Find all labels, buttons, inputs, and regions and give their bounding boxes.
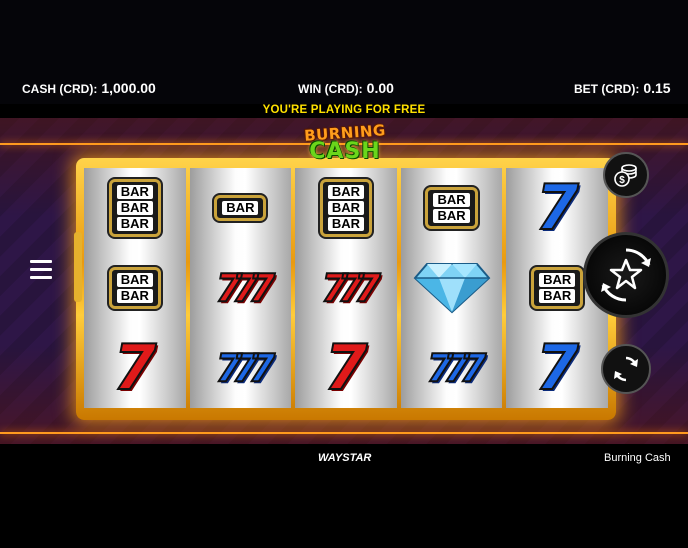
symbol-bar3: BAR BAR BAR bbox=[306, 170, 386, 246]
bar-label: BAR bbox=[222, 201, 259, 215]
bet-value: 0.15 bbox=[643, 80, 671, 96]
cash-value: 1,000.00 bbox=[101, 80, 156, 96]
autoplay-arrows-icon bbox=[614, 356, 638, 382]
reel-3: BAR BAR BAR 777 7 bbox=[295, 168, 397, 408]
reel-1: BAR BAR BAR BAR BAR 7 bbox=[84, 168, 186, 408]
bar-label: BAR bbox=[327, 217, 365, 231]
cash-label: CASH (CRD): bbox=[22, 82, 98, 96]
svg-text:$: $ bbox=[619, 175, 625, 186]
seven-symbol: 777 bbox=[426, 345, 487, 391]
seven-symbol: 777 bbox=[215, 265, 276, 311]
win-value: 0.00 bbox=[366, 80, 394, 96]
symbol-bar1: BAR bbox=[200, 170, 280, 246]
symbol-blue7: 7 bbox=[517, 170, 597, 246]
symbol-blue777: 777 bbox=[412, 330, 492, 406]
bar-tile: BAR BAR bbox=[108, 267, 161, 309]
symbol-red777: 777 bbox=[306, 250, 386, 326]
bar-tile: BAR bbox=[214, 195, 267, 221]
spin-button[interactable] bbox=[583, 232, 669, 318]
bar-label: BAR bbox=[539, 273, 576, 287]
bet-display[interactable]: BET (CRD): 0.15 bbox=[574, 80, 671, 96]
seven-symbol: 7 bbox=[535, 171, 580, 244]
bar-tile: BAR BAR bbox=[531, 267, 584, 309]
symbol-bar3: BAR BAR BAR bbox=[95, 170, 175, 246]
reel-2: BAR 777 777 bbox=[189, 168, 292, 408]
frame-side-handle bbox=[74, 232, 82, 302]
reel-4: BAR BAR 777 bbox=[400, 168, 503, 408]
symbol-bar2: BAR BAR bbox=[95, 250, 175, 326]
autoplay-button[interactable] bbox=[601, 344, 651, 394]
seven-symbol: 7 bbox=[323, 331, 368, 404]
free-play-notice: YOU'RE PLAYING FOR FREE bbox=[262, 104, 426, 116]
reels-area: BAR BAR BAR BAR BAR 7 BAR 777 777 BAR BAR BAR 777 7 BA… bbox=[84, 168, 608, 408]
bar-label: BAR bbox=[116, 217, 153, 231]
symbol-blue777: 777 bbox=[200, 330, 280, 406]
coin-stack-button[interactable]: $ bbox=[603, 152, 649, 198]
bar-label: BAR bbox=[116, 201, 153, 215]
bar-label: BAR bbox=[116, 273, 153, 287]
seven-symbol: 7 bbox=[535, 331, 580, 404]
win-label: WIN (CRD): bbox=[298, 82, 363, 96]
bar-tile: BAR BAR bbox=[425, 187, 478, 229]
symbol-red7: 7 bbox=[95, 330, 175, 406]
game-logo: BURNING CASH bbox=[294, 121, 396, 172]
bar-label: BAR bbox=[327, 201, 365, 215]
seven-symbol: 7 bbox=[112, 331, 157, 404]
symbol-bar2: BAR BAR bbox=[412, 170, 492, 246]
bar-label: BAR bbox=[116, 289, 153, 303]
diamond-icon bbox=[413, 258, 491, 319]
symbol-blue7: 7 bbox=[517, 330, 597, 406]
bar-label: BAR bbox=[116, 185, 153, 199]
symbol-red777: 777 bbox=[200, 250, 280, 326]
coin-stack-icon: $ bbox=[614, 164, 637, 187]
bar-label: BAR bbox=[433, 193, 470, 207]
brand-name: WAYSTAR bbox=[318, 452, 372, 464]
bar-tile: BAR BAR BAR bbox=[319, 179, 373, 237]
bet-label: BET (CRD): bbox=[574, 82, 640, 96]
win-display: WIN (CRD): 0.00 bbox=[298, 80, 394, 96]
bar-tile: BAR BAR BAR bbox=[108, 179, 161, 237]
bar-label: BAR bbox=[433, 209, 470, 223]
cash-display: CASH (CRD): 1,000.00 bbox=[22, 80, 156, 96]
bar-label: BAR bbox=[327, 185, 365, 199]
seven-symbol: 777 bbox=[215, 345, 276, 391]
game-name: Burning Cash bbox=[604, 452, 671, 464]
star-spin-icon bbox=[601, 248, 651, 302]
bottom-glow-line bbox=[0, 432, 688, 434]
symbol-red7: 7 bbox=[306, 330, 386, 406]
seven-symbol: 777 bbox=[320, 265, 381, 311]
symbol-diamond bbox=[412, 250, 492, 326]
hamburger-menu-icon[interactable] bbox=[30, 260, 52, 282]
bar-label: BAR bbox=[539, 289, 576, 303]
